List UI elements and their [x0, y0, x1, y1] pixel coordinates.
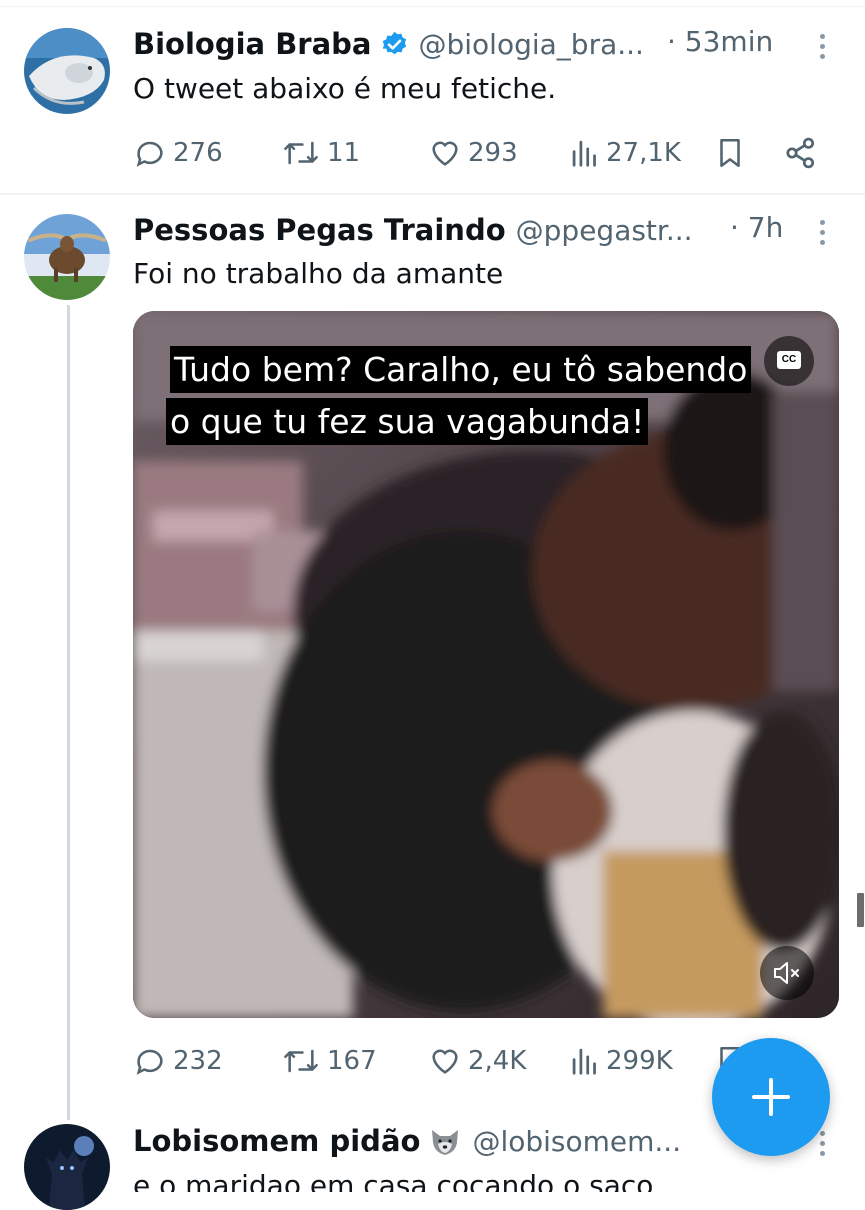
like-count: 293 — [468, 138, 518, 168]
like-button[interactable]: 2,4K — [428, 1041, 526, 1081]
tweet-time[interactable]: · 7h — [730, 211, 783, 244]
like-button[interactable]: 293 — [428, 133, 518, 173]
scrollbar-thumb[interactable] — [857, 893, 864, 927]
tweet-text: Foi no trabalho da amante — [133, 257, 504, 290]
view-count: 27,1K — [606, 138, 681, 168]
tweet-text: e o maridao em casa cocando o saco — [133, 1169, 654, 1192]
bookmark-button[interactable] — [713, 133, 753, 173]
views-icon — [572, 1048, 596, 1075]
tweet-header: Biologia Braba @biologia_bra... — [133, 24, 644, 64]
cc-icon: CC — [777, 351, 801, 369]
tweet-text: O tweet abaixo é meu fetiche. — [133, 72, 557, 105]
more-options-icon[interactable] — [817, 34, 827, 64]
video-subtitle-line-1: Tudo bem? Caralho, eu tô sabendo — [170, 346, 752, 393]
reply-icon — [136, 141, 163, 167]
share-button[interactable] — [783, 133, 825, 173]
author-handle[interactable]: @biologia_bra... — [419, 28, 644, 61]
mute-button[interactable] — [760, 946, 814, 1000]
reply-icon — [136, 1049, 163, 1075]
video-subtitle-line-2: o que tu fez sua vagabunda! — [166, 398, 649, 445]
avatar-lobisomem-pidao[interactable] — [24, 1124, 110, 1210]
author-name[interactable]: Lobisomem pidão — [133, 1124, 420, 1158]
retweet-count: 11 — [327, 138, 361, 168]
reply-count: 276 — [173, 138, 223, 168]
avatar-biologia-braba[interactable] — [24, 28, 110, 114]
views-button[interactable]: 27,1K — [570, 133, 681, 173]
plus-icon-horizontal — [752, 1095, 790, 1099]
tweet-header: Lobisomem pidão @lobisomem... — [133, 1121, 681, 1161]
closed-captions-button[interactable]: CC — [764, 336, 814, 386]
author-name[interactable]: Biologia Braba — [133, 27, 372, 61]
bookmark-icon — [720, 138, 740, 168]
heart-icon — [432, 1049, 458, 1074]
reply-button[interactable]: 232 — [133, 1041, 223, 1081]
tweet-header: Pessoas Pegas Traindo @ppegastr... — [133, 210, 693, 250]
heart-icon — [432, 141, 458, 166]
views-icon — [572, 140, 596, 167]
author-handle[interactable]: @ppegastr... — [516, 214, 693, 247]
compose-tweet-button[interactable] — [712, 1038, 830, 1156]
reply-count: 232 — [173, 1046, 223, 1076]
more-options-icon[interactable] — [817, 220, 827, 250]
tweet-time[interactable]: · 53min — [667, 25, 773, 58]
more-options-icon[interactable] — [817, 1131, 827, 1161]
retweet-button[interactable]: 167 — [281, 1041, 377, 1081]
retweet-icon — [284, 1049, 318, 1073]
views-button[interactable]: 299K — [570, 1041, 673, 1081]
muted-speaker-icon — [774, 962, 799, 984]
avatar-pessoas-pegas-traindo[interactable] — [24, 214, 110, 300]
reply-button[interactable]: 276 — [133, 133, 223, 173]
retweet-icon — [284, 141, 318, 165]
share-icon — [786, 137, 815, 169]
author-handle[interactable]: @lobisomem... — [472, 1125, 681, 1158]
top-border — [0, 6, 865, 7]
retweet-count: 167 — [327, 1046, 377, 1076]
tweet-divider — [0, 193, 865, 195]
author-name[interactable]: Pessoas Pegas Traindo — [133, 213, 506, 247]
thread-connector-line — [67, 305, 70, 1120]
like-count: 2,4K — [468, 1046, 527, 1076]
retweet-button[interactable]: 11 — [281, 133, 360, 173]
wolf-emoji-icon — [432, 1130, 459, 1155]
view-count: 299K — [606, 1046, 673, 1076]
verified-badge-icon — [382, 31, 406, 54]
